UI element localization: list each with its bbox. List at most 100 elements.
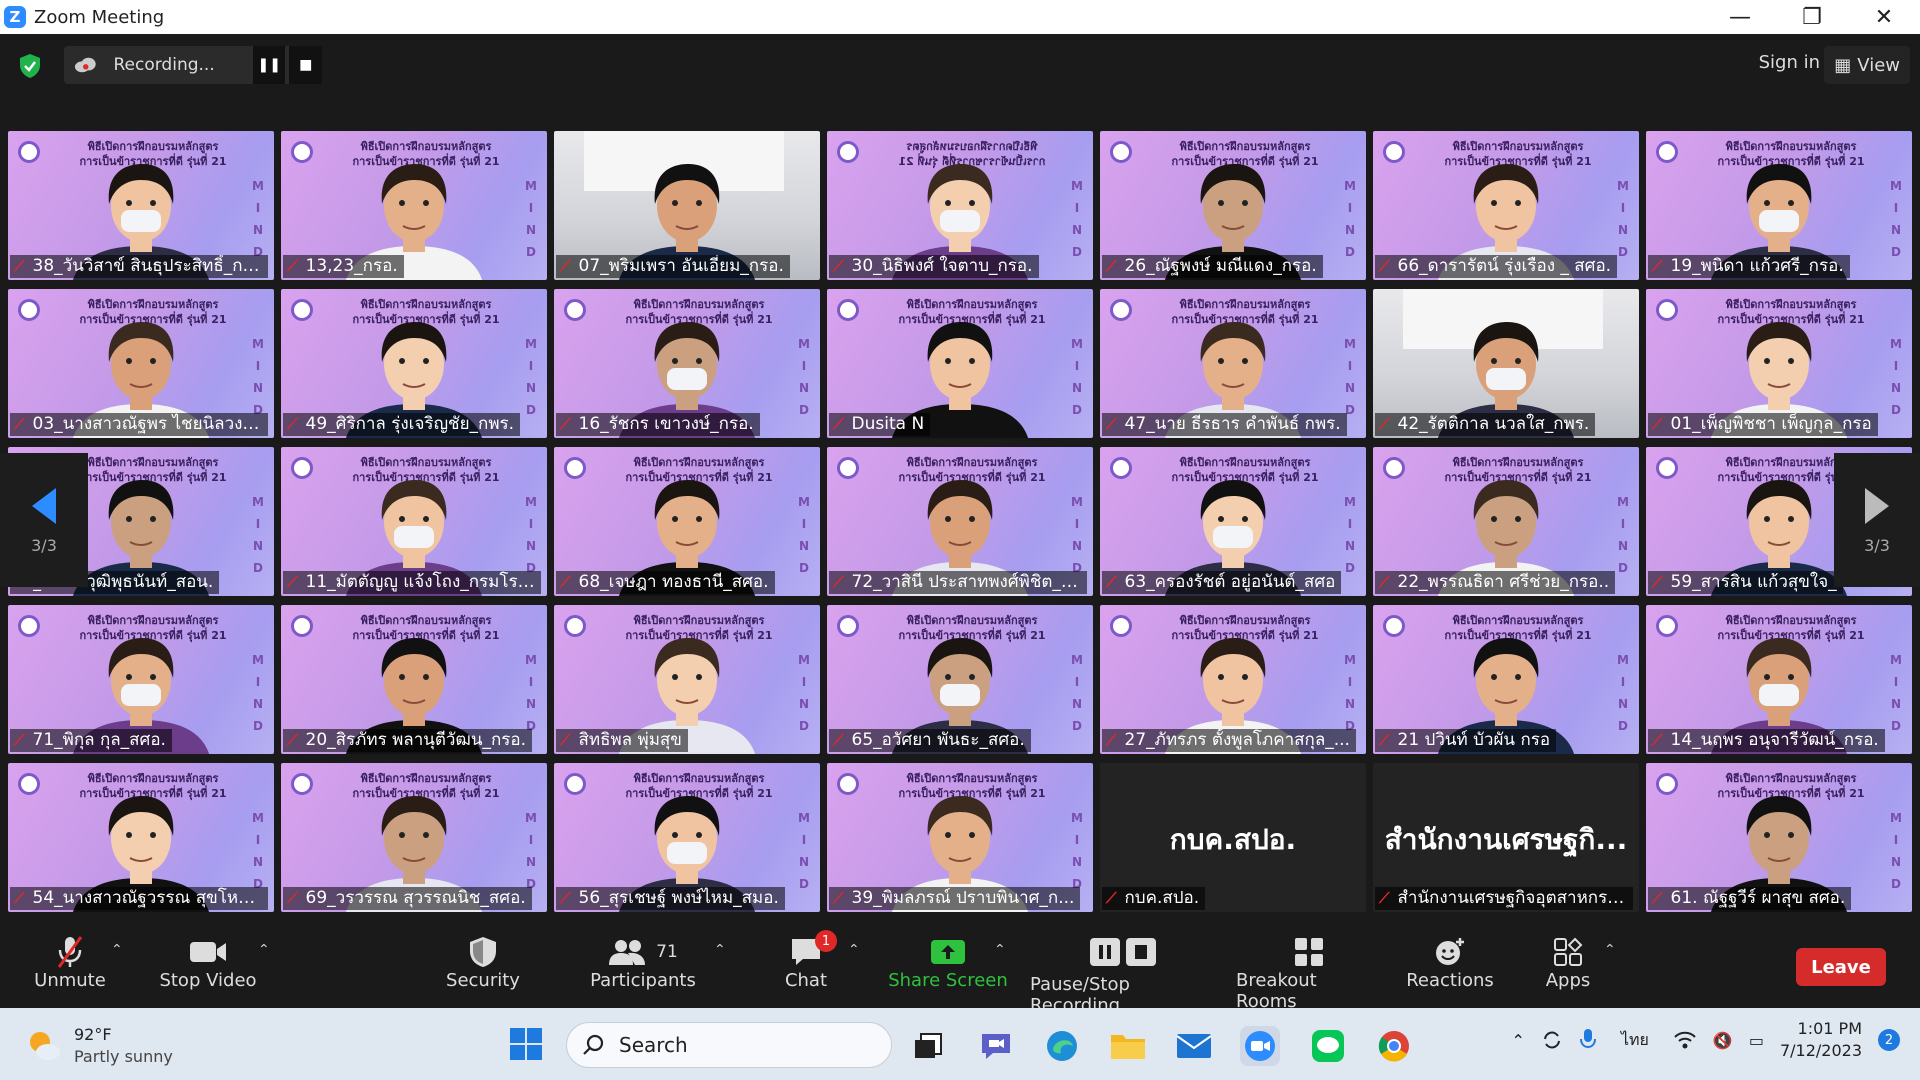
weather-widget[interactable]: 92°F Partly sunny: [26, 1024, 173, 1068]
share-options-caret-icon[interactable]: ⌃: [994, 942, 1006, 958]
recording-indicator: Recording... ❚❚ ■: [64, 46, 322, 84]
speaker-muted-icon[interactable]: 🔇: [1713, 1031, 1733, 1050]
zoom-app-icon[interactable]: [1240, 1026, 1280, 1066]
participant-tile[interactable]: พิธีเปิดการฝึกอบรมหลักสูตร การเป็นข้าราชก…: [281, 763, 547, 912]
chrome-browser-icon[interactable]: [1374, 1026, 1414, 1066]
participant-name-label: ⟋ 72_วาสินี ประสาทพงศ์พิชิต_ส...: [829, 571, 1087, 594]
teams-chat-icon[interactable]: [976, 1026, 1016, 1066]
participant-tile[interactable]: พิธีเปิดการฝึกอบรมหลักสูตร การเป็นข้าราชก…: [1100, 289, 1366, 438]
participant-tile[interactable]: พิธีเปิดการฝึกอบรมหลักสูตร การเป็นข้าราชก…: [8, 131, 274, 280]
participant-tile[interactable]: พิธีเปิดการฝึกอบรมหลักสูตร การเป็นข้าราชก…: [827, 131, 1093, 280]
mail-icon[interactable]: [1174, 1026, 1214, 1066]
banner-vertical-text: MIND: [252, 811, 264, 891]
participant-tile[interactable]: พิธีเปิดการฝึกอบรมหลักสูตร การเป็นข้าราชก…: [554, 605, 820, 754]
participant-name-label: ⟋ 49_ศิริกาล รุ่งเจริญชัย_กพร.: [283, 413, 521, 436]
chat-options-caret-icon[interactable]: ⌃: [848, 942, 860, 958]
battery-icon[interactable]: ▭: [1749, 1031, 1764, 1050]
security-button[interactable]: Security: [446, 934, 520, 991]
participant-name: 61. ณัฐฐวีร์ ผาสุข สศอ.: [1670, 888, 1846, 908]
muted-microphone-icon: ⟋: [1106, 415, 1117, 433]
encryption-shield-icon[interactable]: [14, 50, 46, 82]
video-options-caret-icon[interactable]: ⌃: [258, 942, 270, 958]
zoom-logo-icon: Z: [4, 6, 26, 28]
mind-logo-icon: [291, 773, 313, 795]
task-view-icon[interactable]: [908, 1026, 948, 1066]
participant-tile[interactable]: สำนักงานเศรษฐกิ... ⟋ สำนักงานเศรษฐกิจอุตสา…: [1373, 763, 1639, 912]
participant-tile[interactable]: พิธีเปิดการฝึกอบรมหลักสูตร การเป็นข้าราชก…: [827, 763, 1093, 912]
participants-options-caret-icon[interactable]: ⌃: [714, 942, 726, 958]
participant-tile[interactable]: ⟋ 42_รัตติกาล นวลใส_กพร.: [1373, 289, 1639, 438]
meeting-topbar: Recording... ❚❚ ■ Sign in ▦ View: [0, 34, 1920, 94]
participant-name: 01_เพ็ญพิชชา เพ็ญกุล_กรอ: [1670, 414, 1872, 434]
audio-options-caret-icon[interactable]: ⌃: [111, 942, 123, 958]
chat-button[interactable]: 1 Chat: [778, 930, 837, 991]
apps-options-caret-icon[interactable]: ⌃: [1604, 942, 1616, 958]
sign-in-link[interactable]: Sign in: [1759, 52, 1820, 73]
windows-start-icon[interactable]: [508, 1026, 544, 1062]
sync-icon[interactable]: [1541, 1029, 1563, 1051]
participant-name: 71_พิกุล กุล_สศอ.: [32, 730, 166, 750]
page-indicator-right: 3/3: [1864, 535, 1890, 555]
microphone-icon[interactable]: [1579, 1028, 1597, 1052]
previous-page-button[interactable]: 3/3: [0, 453, 88, 587]
input-language[interactable]: ไทย: [1621, 1028, 1649, 1053]
participant-name: 13,23_กรอ.: [305, 256, 398, 276]
view-button[interactable]: ▦ View: [1824, 46, 1910, 84]
participant-tile[interactable]: พิธีเปิดการฝึกอบรมหลักสูตร การเป็นข้าราชก…: [554, 289, 820, 438]
participant-tile[interactable]: พิธีเปิดการฝึกอบรมหลักสูตร การเป็นข้าราชก…: [1646, 289, 1912, 438]
edge-browser-icon[interactable]: [1042, 1026, 1082, 1066]
notification-badge[interactable]: 2: [1878, 1029, 1900, 1051]
participant-name: Dusita N: [851, 414, 925, 434]
participant-tile[interactable]: ⟋ 07_พริมเพรา อันเอี่ยม_กรอ.: [554, 131, 820, 280]
close-icon[interactable]: ✕: [1848, 0, 1920, 34]
banner-vertical-text: MIND: [798, 495, 810, 575]
banner-vertical-text: MIND: [1890, 811, 1902, 891]
next-page-button[interactable]: 3/3: [1834, 453, 1920, 587]
participant-tile[interactable]: พิธีเปิดการฝึกอบรมหลักสูตร การเป็นข้าราชก…: [281, 289, 547, 438]
participant-tile[interactable]: พิธีเปิดการฝึกอบรมหลักสูตร การเป็นข้าราชก…: [1100, 605, 1366, 754]
participant-tile[interactable]: พิธีเปิดการฝึกอบรมหลักสูตร การเป็นข้าราชก…: [554, 763, 820, 912]
participant-tile[interactable]: พิธีเปิดการฝึกอบรมหลักสูตร การเป็นข้าราชก…: [827, 447, 1093, 596]
restore-icon[interactable]: ❐: [1776, 0, 1848, 34]
stop-video-button[interactable]: Stop Video: [158, 934, 258, 991]
participant-tile[interactable]: พิธีเปิดการฝึกอบรมหลักสูตร การเป็นข้าราชก…: [1100, 131, 1366, 280]
show-hidden-icons-icon[interactable]: ⌃: [1512, 1031, 1525, 1050]
participant-tile[interactable]: พิธีเปิดการฝึกอบรมหลักสูตร การเป็นข้าราชก…: [554, 447, 820, 596]
participants-button[interactable]: 71 Participants: [588, 934, 698, 991]
participant-tile[interactable]: พิธีเปิดการฝึกอบรมหลักสูตร การเป็นข้าราชก…: [827, 605, 1093, 754]
line-app-icon[interactable]: [1308, 1026, 1348, 1066]
participant-tile[interactable]: พิธีเปิดการฝึกอบรมหลักสูตร การเป็นข้าราชก…: [8, 763, 274, 912]
participant-name-label: ⟋ 22_พรรณธิดา ศรีช่วย_กรอ..: [1375, 571, 1616, 594]
participant-tile[interactable]: พิธีเปิดการฝึกอบรมหลักสูตร การเป็นข้าราชก…: [1646, 605, 1912, 754]
participant-tile[interactable]: พิธีเปิดการฝึกอบรมหลักสูตร การเป็นข้าราชก…: [1373, 605, 1639, 754]
share-screen-button[interactable]: Share Screen: [888, 934, 1008, 991]
apps-button[interactable]: Apps: [1542, 934, 1594, 991]
leave-button[interactable]: Leave: [1796, 948, 1886, 986]
participant-tile[interactable]: พิธีเปิดการฝึกอบรมหลักสูตร การเป็นข้าราชก…: [1373, 131, 1639, 280]
participant-tile[interactable]: พิธีเปิดการฝึกอบรมหลักสูตร การเป็นข้าราชก…: [281, 605, 547, 754]
file-explorer-icon[interactable]: [1108, 1026, 1148, 1066]
pause-recording-button[interactable]: ❚❚: [252, 46, 286, 84]
minimize-icon[interactable]: —: [1704, 0, 1776, 34]
unmute-button[interactable]: Unmute: [34, 934, 106, 991]
participant-tile[interactable]: พิธีเปิดการฝึกอบรมหลักสูตร การเป็นข้าราชก…: [827, 289, 1093, 438]
participant-tile[interactable]: พิธีเปิดการฝึกอบรมหลักสูตร การเป็นข้าราชก…: [8, 289, 274, 438]
share-screen-icon: [931, 940, 965, 964]
clock[interactable]: 1:01 PM 7/12/2023: [1780, 1018, 1862, 1062]
participant-tile[interactable]: พิธีเปิดการฝึกอบรมหลักสูตร การเป็นข้าราชก…: [281, 131, 547, 280]
participant-tile[interactable]: พิธีเปิดการฝึกอบรมหลักสูตร การเป็นข้าราชก…: [1373, 447, 1639, 596]
pause-stop-recording-button[interactable]: Pause/Stop Recording: [1030, 934, 1216, 1016]
temperature: 92°F: [74, 1025, 112, 1044]
breakout-rooms-button[interactable]: Breakout Rooms: [1236, 934, 1382, 1012]
participant-tile[interactable]: พิธีเปิดการฝึกอบรมหลักสูตร การเป็นข้าราชก…: [281, 447, 547, 596]
participant-tile[interactable]: พิธีเปิดการฝึกอบรมหลักสูตร การเป็นข้าราชก…: [8, 605, 274, 754]
stop-recording-button[interactable]: ■: [289, 46, 322, 84]
participant-tile[interactable]: กบค.สปอ. ⟋ กบค.สปอ.: [1100, 763, 1366, 912]
wifi-icon[interactable]: [1673, 1030, 1697, 1050]
reactions-button[interactable]: Reactions: [1406, 934, 1494, 991]
participant-tile[interactable]: พิธีเปิดการฝึกอบรมหลักสูตร การเป็นข้าราชก…: [1100, 447, 1366, 596]
participant-name: สิทธิพล พุ่มสุข: [578, 730, 682, 750]
participant-tile[interactable]: พิธีเปิดการฝึกอบรมหลักสูตร การเป็นข้าราชก…: [1646, 763, 1912, 912]
taskbar-search[interactable]: Search: [566, 1022, 892, 1068]
participant-tile[interactable]: พิธีเปิดการฝึกอบรมหลักสูตร การเป็นข้าราชก…: [1646, 131, 1912, 280]
